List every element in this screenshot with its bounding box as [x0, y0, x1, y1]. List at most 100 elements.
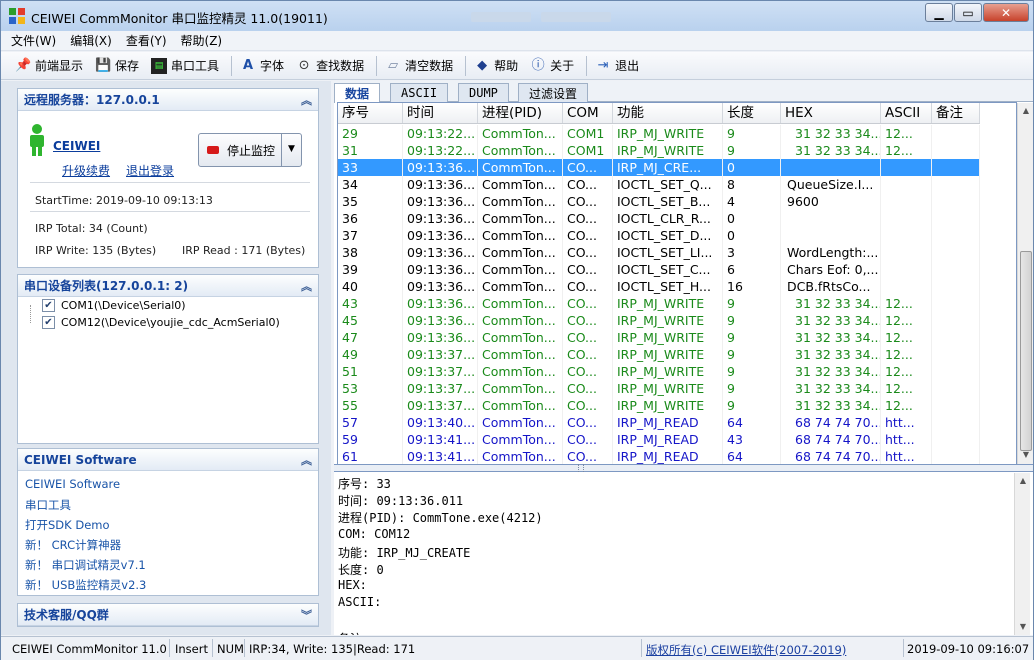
blurred-tab: [541, 12, 611, 22]
maximize-button[interactable]: ▭: [954, 3, 982, 22]
link-sdk-demo[interactable]: 打开SDK Demo: [25, 517, 110, 533]
table-row[interactable]: 61 09:13:41... CommTon... CO... IRP_MJ_READ 6…: [338, 448, 980, 464]
table-row[interactable]: 49 09:13:37... CommTon... CO... IRP_MJ_WRITE…: [338, 346, 980, 363]
toolbar-label: 串口工具: [171, 59, 220, 73]
table-cell-ascii: [881, 159, 932, 176]
table-cell-process: CommTon...: [478, 380, 563, 397]
table-row[interactable]: 29 09:13:22... CommTon... COM1 IRP_MJ_WRITE 9…: [338, 125, 980, 142]
link-serial-tool[interactable]: 串口工具: [25, 497, 71, 513]
table-cell-process: CommTon...: [478, 261, 563, 278]
column-header-length[interactable]: 长度: [723, 103, 781, 123]
scroll-thumb[interactable]: [1020, 251, 1032, 451]
table-row[interactable]: 47 09:13:36... CommTon... CO... IRP_MJ_WRITE…: [338, 329, 980, 346]
collapse-icon[interactable]: ︽: [301, 452, 312, 468]
table-cell-function: IOCTL_CLR_R...: [613, 210, 723, 227]
collapse-icon[interactable]: ︽: [301, 92, 312, 108]
toolbar-find-button[interactable]: ⊙ 查找数据: [296, 57, 364, 74]
table-row[interactable]: 33 09:13:36... CommTon... CO... IRP_MJ_CRE..…: [338, 159, 980, 176]
device-panel-header[interactable]: 串口设备列表(127.0.0.1: 2) ︽: [18, 275, 318, 297]
table-row[interactable]: 57 09:13:40... CommTon... CO... IRP_MJ_READ 6…: [338, 414, 980, 431]
device-item-com12[interactable]: ✔ COM12(\Device\youjie_cdc_AcmSerial0): [42, 316, 280, 329]
splitter[interactable]: [334, 464, 1033, 474]
scroll-up-icon[interactable]: ▲: [1018, 103, 1034, 119]
column-header-hex[interactable]: HEX: [781, 103, 881, 123]
dropdown-arrow-icon[interactable]: ▼: [281, 134, 301, 166]
table-cell-note: [932, 312, 980, 329]
support-panel-header[interactable]: 技术客服/QQ群 ︾: [18, 604, 318, 626]
scroll-up-icon[interactable]: ▲: [1015, 473, 1031, 489]
column-header-com[interactable]: COM: [563, 103, 613, 123]
tab-filter[interactable]: 过滤设置: [518, 83, 589, 102]
table-cell-length: 4: [723, 193, 781, 210]
status-datetime: 2019-09-10 09:16:07: [907, 642, 1030, 656]
column-header-time[interactable]: 时间: [403, 103, 478, 123]
table-row[interactable]: 37 09:13:36... CommTon... CO... IOCTL_SET_D.…: [338, 227, 980, 244]
checkbox-checked-icon[interactable]: ✔: [42, 316, 55, 329]
copyright-link[interactable]: 版权所有(c) CEIWEI软件(2007-2019): [646, 642, 846, 658]
column-header-function[interactable]: 功能: [613, 103, 723, 123]
table-row[interactable]: 39 09:13:36... CommTon... CO... IOCTL_SET_C.…: [338, 261, 980, 278]
menu-file[interactable]: 文件(W): [11, 32, 56, 49]
column-header-note[interactable]: 备注: [932, 103, 980, 123]
table-cell-ascii: [881, 193, 932, 210]
tab-data[interactable]: 数据: [334, 83, 381, 103]
collapse-icon[interactable]: ︽: [301, 278, 312, 294]
menu-view[interactable]: 查看(Y): [126, 32, 167, 49]
link-ceiwei-software[interactable]: CEIWEI Software: [25, 477, 120, 491]
stop-monitor-button[interactable]: 停止监控 ▼: [198, 133, 302, 167]
table-cell-ascii: 12...: [881, 142, 932, 159]
table-row[interactable]: 43 09:13:36... CommTon... CO... IRP_MJ_WRITE…: [338, 295, 980, 312]
table-row[interactable]: 40 09:13:36... CommTon... CO... IOCTL_SET_H.…: [338, 278, 980, 295]
table-cell-function: IRP_MJ_WRITE: [613, 380, 723, 397]
column-header-seq[interactable]: 序号: [338, 103, 403, 123]
toolbar-clear-button[interactable]: ▱ 清空数据: [385, 57, 453, 74]
link-crc-tool[interactable]: 新！ CRC计算神器: [25, 537, 121, 553]
table-cell-hex: 31 32 33 34...: [781, 346, 881, 363]
table-row[interactable]: 45 09:13:36... CommTon... CO... IRP_MJ_WRITE…: [338, 312, 980, 329]
toolbar-save-button[interactable]: 💾 保存: [95, 57, 139, 74]
menu-help[interactable]: 帮助(Z): [181, 32, 223, 49]
table-row[interactable]: 31 09:13:22... CommTon... COM1 IRP_MJ_WRITE 9…: [338, 142, 980, 159]
detail-scrollbar[interactable]: ▲ ▼: [1014, 473, 1030, 635]
toolbar-exit-button[interactable]: ⇥ 退出: [595, 57, 639, 74]
server-panel-header[interactable]: 远程服务器：127.0.0.1 ︽: [18, 89, 318, 111]
expand-icon[interactable]: ︾: [301, 607, 312, 623]
close-button[interactable]: ✕: [983, 3, 1029, 22]
table-row[interactable]: 59 09:13:41... CommTon... CO... IRP_MJ_READ 4…: [338, 431, 980, 448]
table-cell-hex: 68 74 74 70...: [781, 431, 881, 448]
menu-edit[interactable]: 编辑(X): [70, 32, 112, 49]
logout-link[interactable]: 退出登录: [126, 162, 174, 179]
scroll-down-icon[interactable]: ▼: [1015, 619, 1031, 635]
table-row[interactable]: 36 09:13:36... CommTon... CO... IOCTL_CLR_R.…: [338, 210, 980, 227]
tab-ascii[interactable]: ASCII: [390, 83, 449, 102]
toolbar-font-button[interactable]: A 字体: [240, 57, 284, 74]
table-cell-com: COM1: [563, 125, 613, 142]
software-panel-header[interactable]: CEIWEI Software ︽: [18, 449, 318, 471]
toolbar-serial-tool-button[interactable]: ▤ 串口工具: [151, 57, 219, 74]
table-row[interactable]: 53 09:13:37... CommTon... CO... IRP_MJ_WRITE…: [338, 380, 980, 397]
minimize-button[interactable]: ▁: [925, 3, 953, 22]
column-header-ascii[interactable]: ASCII: [881, 103, 932, 123]
table-row[interactable]: 55 09:13:37... CommTon... CO... IRP_MJ_WRITE…: [338, 397, 980, 414]
link-usb-monitor[interactable]: 新！ USB监控精灵v2.3: [25, 577, 146, 593]
column-header-process[interactable]: 进程(PID): [478, 103, 563, 123]
divider: [30, 182, 310, 183]
table-row[interactable]: 38 09:13:36... CommTon... CO... IOCTL_SET_LI…: [338, 244, 980, 261]
toolbar-about-button[interactable]: ⓘ 关于: [530, 57, 575, 74]
scroll-down-icon[interactable]: ▼: [1018, 447, 1034, 463]
tab-dump[interactable]: DUMP: [458, 83, 509, 102]
renew-link[interactable]: 升级续费: [62, 162, 110, 179]
table-row[interactable]: 34 09:13:36... CommTon... CO... IOCTL_SET_Q.…: [338, 176, 980, 193]
link-serial-debug[interactable]: 新！ 串口调试精灵v7.1: [25, 557, 146, 573]
table-cell-process: CommTon...: [478, 448, 563, 464]
toolbar-pin-button[interactable]: 📌 前端显示: [15, 57, 83, 74]
table-row[interactable]: 51 09:13:37... CommTon... CO... IRP_MJ_WRITE…: [338, 363, 980, 380]
checkbox-checked-icon[interactable]: ✔: [42, 299, 55, 312]
toolbar-help-button[interactable]: ◆ 帮助: [474, 57, 518, 74]
table-row[interactable]: 35 09:13:36... CommTon... CO... IOCTL_SET_B.…: [338, 193, 980, 210]
grid-scrollbar[interactable]: ▲ ▼: [1017, 103, 1033, 465]
save-icon: 💾: [95, 57, 112, 73]
status-irp: IRP:34, Write: 135|Read: 171: [249, 642, 416, 656]
account-name-link[interactable]: CEIWEI: [53, 139, 100, 153]
device-item-com1[interactable]: ✔ COM1(\Device\Serial0): [42, 299, 186, 312]
